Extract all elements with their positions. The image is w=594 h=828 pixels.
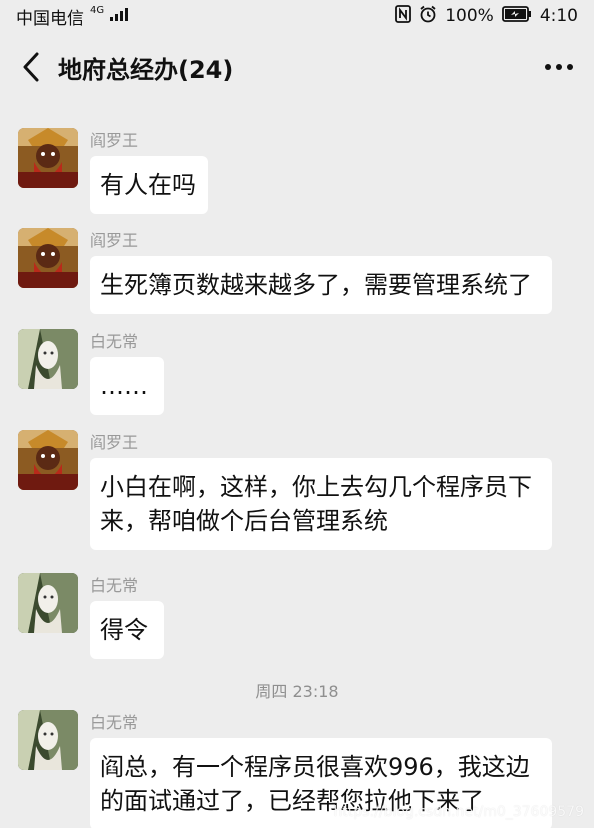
message-bubble[interactable]: 小白在啊，这样，你上去勾几个程序员下来，帮咱做个后台管理系统 — [90, 458, 552, 550]
network-label: 4G — [90, 4, 105, 16]
back-arrow-icon[interactable] — [18, 47, 44, 87]
bai-wuchang-avatar[interactable] — [18, 573, 78, 633]
timestamp-divider: 周四 23:18 — [255, 682, 339, 701]
message-body: 阎罗王 生死簿页数越来越多了，需要管理系统了 — [90, 228, 552, 314]
message-row: 阎罗王 有人在吗 — [18, 128, 208, 214]
status-right: 100% 4:10 — [395, 4, 578, 28]
message-bubble[interactable]: 得令 — [90, 601, 164, 659]
signal-icon — [110, 6, 129, 26]
nfc-icon — [395, 4, 412, 28]
more-icon[interactable] — [542, 50, 576, 84]
message-bubble[interactable]: 有人在吗 — [90, 156, 208, 214]
sender-name: 白无常 — [90, 713, 139, 732]
message-body: 阎罗王 小白在啊，这样，你上去勾几个程序员下来，帮咱做个后台管理系统 — [90, 430, 552, 550]
chat-header: 地府总经办(24) — [0, 32, 594, 102]
yama-avatar[interactable] — [18, 128, 78, 188]
bai-wuchang-avatar[interactable] — [18, 329, 78, 389]
status-bar: 中国电信 4G 100% 4:10 — [0, 0, 594, 32]
alarm-icon — [419, 5, 437, 28]
yama-avatar[interactable] — [18, 430, 78, 490]
clock-label: 4:10 — [539, 6, 578, 26]
sender-name: 白无常 — [90, 576, 139, 595]
chat-list[interactable]: 阎罗王 有人在吗 阎罗王 生死簿页数越来越多了，需要管理系统了 白无常 …… 阎… — [0, 102, 594, 828]
message-bubble[interactable]: 生死簿页数越来越多了，需要管理系统了 — [90, 256, 552, 314]
message-body: 白无常 …… — [90, 329, 164, 415]
watermark: https://blog.csdn.net/m0_37609579 — [333, 804, 584, 820]
sender-name: 阎罗王 — [90, 131, 139, 150]
message-body: 阎罗王 有人在吗 — [90, 128, 208, 214]
bai-wuchang-avatar[interactable] — [18, 710, 78, 770]
message-row: 白无常 得令 — [18, 573, 164, 659]
battery-percent: 100% — [445, 6, 494, 26]
message-row: 阎罗王 小白在啊，这样，你上去勾几个程序员下来，帮咱做个后台管理系统 — [18, 430, 552, 550]
yama-avatar[interactable] — [18, 228, 78, 288]
carrier-label: 中国电信 — [16, 8, 84, 29]
page-title: 地府总经办(24) — [58, 55, 234, 84]
message-body: 白无常 得令 — [90, 573, 164, 659]
message-bubble[interactable]: …… — [90, 357, 164, 415]
battery-icon — [501, 5, 532, 27]
message-row: 阎罗王 生死簿页数越来越多了，需要管理系统了 — [18, 228, 552, 314]
status-left: 中国电信 4G — [16, 4, 129, 29]
sender-name: 阎罗王 — [90, 231, 139, 250]
message-row: 白无常 …… — [18, 329, 164, 415]
sender-name: 阎罗王 — [90, 433, 139, 452]
sender-name: 白无常 — [90, 332, 139, 351]
